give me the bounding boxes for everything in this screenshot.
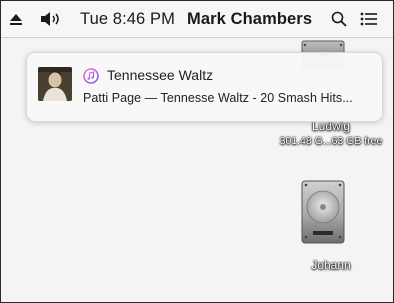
- drive-detail-ludwig: 301.48 G...63 GB free: [279, 135, 383, 147]
- volume-icon[interactable]: [39, 1, 67, 37]
- now-playing-notification[interactable]: Tennessee Waltz Patti Page — Tennesse Wa…: [26, 52, 383, 122]
- album-art: [38, 67, 72, 101]
- hard-drive-icon[interactable]: [299, 179, 347, 245]
- spotlight-search-icon[interactable]: [329, 1, 349, 37]
- notification-center-icon[interactable]: [358, 1, 380, 37]
- menu-clock[interactable]: Tue 8:46 PM: [80, 1, 175, 37]
- drive-label-johann: Johann: [311, 258, 351, 272]
- user-menu[interactable]: Mark Chambers: [187, 1, 312, 37]
- eject-icon[interactable]: [7, 1, 25, 37]
- notification-body: Patti Page — Tennesse Waltz - 20 Smash H…: [83, 91, 353, 105]
- menu-bar: Tue 8:46 PM Mark Chambers: [1, 1, 393, 38]
- notification-title: Tennessee Waltz: [107, 67, 214, 83]
- music-app-icon: [83, 68, 99, 84]
